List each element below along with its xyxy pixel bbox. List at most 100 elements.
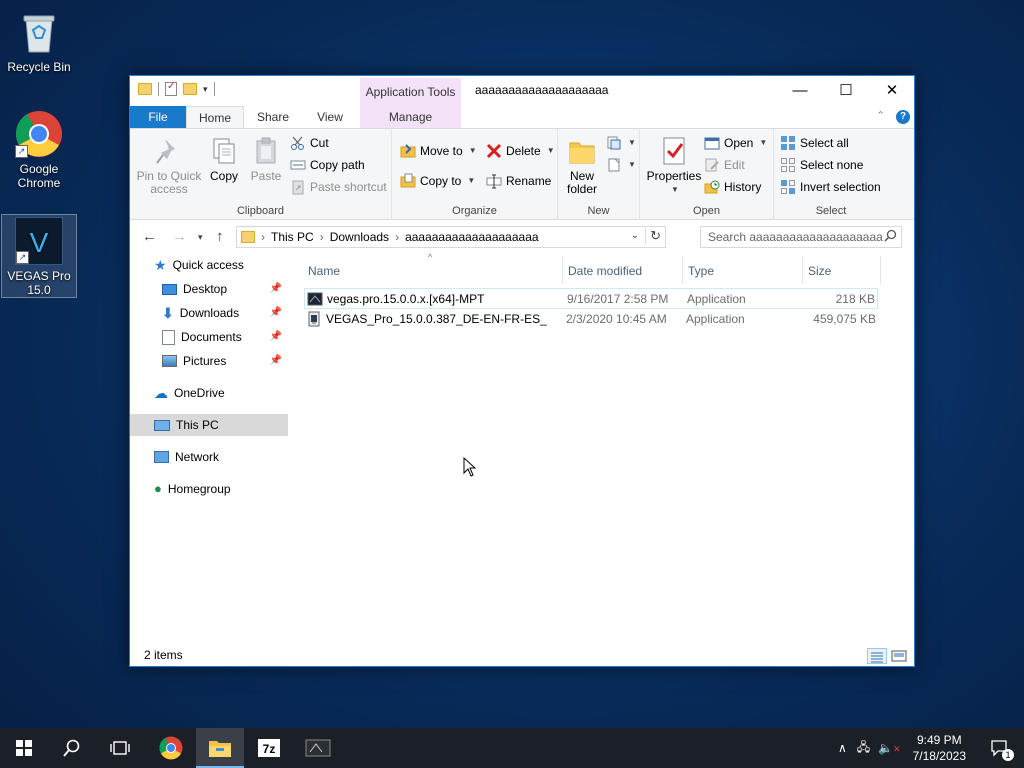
taskbar-chrome-button[interactable] [147,728,195,768]
close-button[interactable]: ✕ [869,76,915,105]
history-icon [704,179,720,195]
folder-icon [241,231,255,243]
history-button[interactable]: History [704,177,761,197]
nav-item-pictures[interactable]: Pictures 📌 [130,350,288,372]
paste-shortcut-button[interactable]: Paste shortcut [290,177,387,197]
history-label: History [724,180,762,194]
cut-button[interactable]: Cut [290,133,329,153]
select-none-button[interactable]: Select none [780,155,863,175]
new-item-button[interactable]: ▼ [606,133,636,153]
chevron-down-icon: ▼ [671,185,679,194]
invert-selection-button[interactable]: Invert selection [780,177,881,197]
delete-button[interactable]: Delete ▼ [486,141,555,161]
network-tray-icon[interactable]: 🖧 [857,738,870,759]
details-view-icon [871,652,883,663]
column-divider[interactable] [802,256,803,284]
folder-icon [138,83,152,95]
recent-locations-dropdown-icon[interactable]: ▾ [198,232,203,243]
properties-qa-icon[interactable] [165,81,177,96]
table-row[interactable]: VEGAS_Pro_15.0.0.387_DE-EN-FR-ES_ 2/3/20… [304,309,878,330]
up-arrow-icon[interactable]: ↑ [216,228,224,245]
paste-button[interactable]: Paste [248,135,284,183]
nav-item-quick-access[interactable]: ★ Quick access [130,254,288,276]
select-all-button[interactable]: Select all [780,133,849,153]
search-input[interactable]: Search aaaaaaaaaaaaaaaaaaaa [708,230,886,244]
tab-view[interactable]: View [302,106,358,128]
desktop-icon-recycle-bin[interactable]: Recycle Bin [1,8,77,74]
nav-item-desktop[interactable]: Desktop 📌 [130,278,288,300]
clock[interactable]: 9:49 PM 7/18/2023 [913,732,966,764]
taskbar-installer-button[interactable] [294,728,342,768]
new-folder-qa-icon[interactable] [183,83,197,95]
forward-arrow-icon[interactable]: → [172,228,187,245]
collapse-ribbon-icon[interactable]: ⌃ [876,109,885,122]
volume-muted-icon[interactable]: 🔈✕ [878,741,901,755]
paste-shortcut-label: Paste shortcut [310,180,387,194]
delete-label: Delete [506,144,541,158]
copy-path-button[interactable]: Copy path [290,155,365,175]
address-bar[interactable]: › This PC › Downloads › aaaaaaaaaaaaaaaa… [236,226,666,248]
back-arrow-icon[interactable]: ← [142,228,157,245]
nav-item-onedrive[interactable]: ☁ OneDrive [130,382,288,404]
easy-access-button[interactable]: ▼ [606,155,636,175]
pin-icon [153,135,185,167]
search-taskbar-button[interactable] [48,728,96,768]
nav-item-this-pc[interactable]: This PC [130,414,288,436]
maximize-button[interactable]: ☐ [823,76,869,105]
installer-icon [305,739,331,757]
column-header-name[interactable]: Name [308,264,340,286]
task-view-button[interactable] [96,728,144,768]
column-header-type[interactable]: Type [688,264,714,286]
new-folder-button[interactable]: New folder [564,135,600,196]
column-header-size[interactable]: Size [808,264,831,286]
paste-shortcut-icon [290,179,306,195]
copy-to-button[interactable]: Copy to ▼ [400,171,475,191]
show-hidden-icons-icon[interactable]: ∧ [838,741,847,755]
taskbar-file-explorer-button[interactable] [196,728,244,768]
desktop-icon-vegas-pro[interactable]: V ↗ VEGAS Pro 15.0 [1,214,77,298]
desktop-icon-chrome[interactable]: ↗ Google Chrome [1,110,77,190]
pin-to-quick-access-button[interactable]: Pin to Quick access [136,135,202,196]
tab-manage[interactable]: Manage [360,106,461,128]
search-box[interactable]: Search aaaaaaaaaaaaaaaaaaaa [700,226,902,248]
nav-item-documents[interactable]: Documents 📌 [130,326,288,348]
open-button[interactable]: Open ▼ [704,133,767,153]
large-icons-view-button[interactable] [890,648,910,664]
nav-item-label: OneDrive [174,386,225,400]
address-dropdown-icon[interactable]: ⌄ [631,230,639,241]
edit-button[interactable]: Edit [704,155,745,175]
column-divider[interactable] [562,256,563,284]
nav-item-network[interactable]: Network [130,446,288,468]
tab-share[interactable]: Share [244,106,302,128]
easy-access-icon [606,157,622,173]
rename-button[interactable]: Rename [486,171,551,191]
shortcut-arrow-icon: ↗ [16,251,29,264]
copy-button[interactable]: Copy [206,135,242,183]
taskbar-7zip-button[interactable]: 7z [245,728,293,768]
help-icon[interactable]: ? [896,110,910,124]
properties-button[interactable]: Properties ▼ [644,135,704,196]
table-row[interactable]: vegas.pro.15.0.0.x.[x64]-MPT 9/16/2017 2… [304,288,878,309]
nav-item-downloads[interactable]: ⬇ Downloads 📌 [130,302,288,324]
column-divider[interactable] [880,256,881,284]
start-button[interactable] [0,728,48,768]
details-view-button[interactable] [867,648,887,664]
nav-item-homegroup[interactable]: ● Homegroup [130,478,288,500]
move-to-button[interactable]: Move to ▼ [400,141,477,161]
breadcrumb-current-folder[interactable]: aaaaaaaaaaaaaaaaaaaa [405,230,538,244]
shortcut-arrow-icon: ↗ [15,145,28,158]
tab-file[interactable]: File [130,106,186,128]
customize-qa-dropdown-icon[interactable]: ▾ [203,84,208,95]
breadcrumb-downloads[interactable]: Downloads [330,230,389,244]
file-size: 218 KB [835,292,875,306]
tab-home[interactable]: Home [186,106,244,128]
minimize-button[interactable]: — [777,76,823,105]
breadcrumb-this-pc[interactable]: This PC [271,230,314,244]
column-header-date-modified[interactable]: Date modified [568,264,642,286]
window-title: aaaaaaaaaaaaaaaaaaaa [475,83,609,97]
action-center-button[interactable]: 1 [976,728,1024,768]
search-icon [884,229,897,245]
refresh-icon[interactable]: ↻ [645,228,661,244]
documents-icon [162,329,175,345]
column-divider[interactable] [682,256,683,284]
